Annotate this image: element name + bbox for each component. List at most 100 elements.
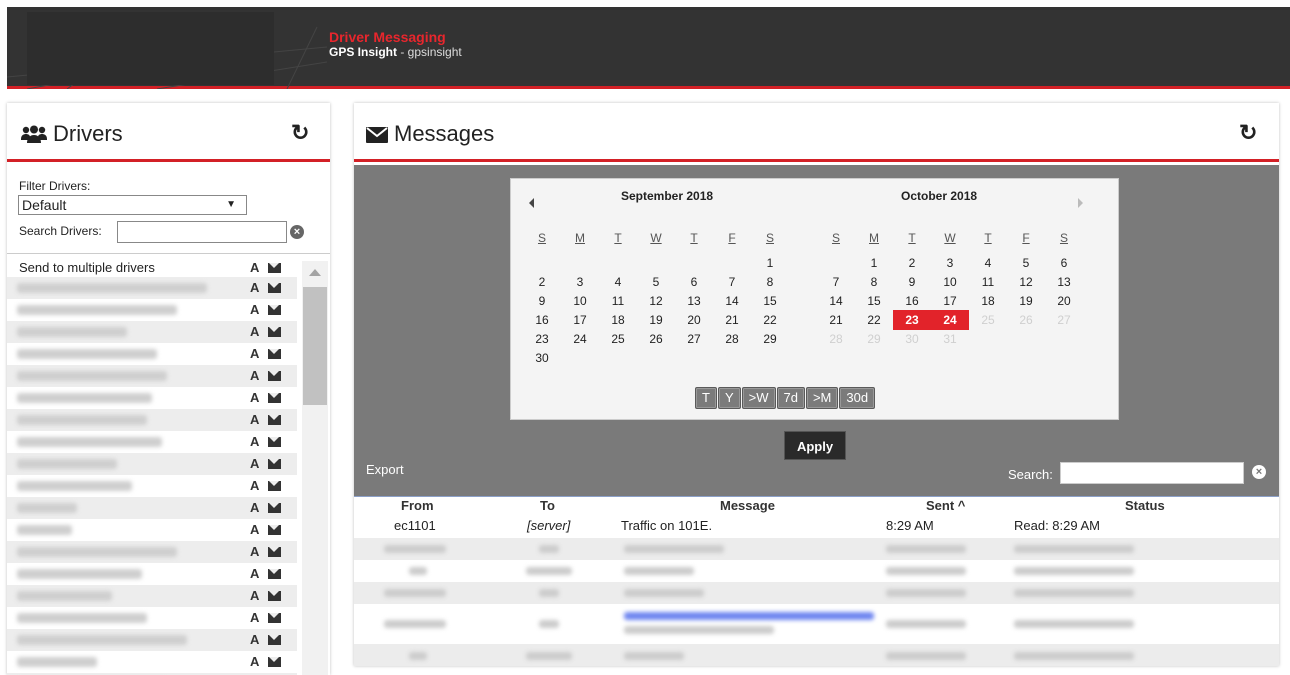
envelope-icon[interactable] [268,437,281,447]
clear-search-icon[interactable]: × [290,225,304,239]
calendar-day[interactable]: 24 [931,310,969,330]
envelope-icon[interactable] [268,569,281,579]
calendar-day[interactable]: 23 [893,310,931,330]
calendar-day[interactable]: 16 [893,291,931,311]
calendar-day[interactable]: 9 [893,272,931,292]
driver-row[interactable]: A [7,563,297,585]
driver-row[interactable]: A [7,321,297,343]
calendar-day[interactable]: 21 [817,310,855,330]
envelope-icon[interactable] [268,635,281,645]
driver-row[interactable]: A [7,629,297,651]
calendar-day[interactable]: 7 [817,272,855,292]
calendar-day[interactable]: 20 [675,310,713,330]
range-yesterday-button[interactable]: Y [717,387,741,409]
range-30d-button[interactable]: 30d [839,387,876,409]
calendar-day[interactable]: 30 [523,348,561,368]
scroll-up-icon[interactable] [309,269,321,276]
calendar-day[interactable]: 2 [893,253,931,273]
calendar-day[interactable]: 25 [599,329,637,349]
map-icon[interactable]: A [250,390,259,405]
calendar-day[interactable]: 8 [751,272,789,292]
driver-row[interactable]: A [7,519,297,541]
envelope-icon[interactable] [268,349,281,359]
calendar-day[interactable]: 18 [599,310,637,330]
envelope-icon[interactable] [268,393,281,403]
calendar-day[interactable]: 17 [561,310,599,330]
table-row[interactable] [354,582,1279,604]
calendar-day[interactable]: 1 [855,253,893,273]
map-icon[interactable]: A [250,522,259,537]
calendar-day[interactable]: 27 [675,329,713,349]
map-icon[interactable]: A [250,478,259,493]
map-icon[interactable]: A [250,280,259,295]
range-7d-button[interactable]: 7d [776,387,805,409]
calendar-day[interactable]: 21 [713,310,751,330]
driver-row[interactable]: A [7,431,297,453]
calendar-day[interactable]: 4 [969,253,1007,273]
calendar-day[interactable]: 28 [713,329,751,349]
table-row[interactable] [354,644,1279,666]
driver-row[interactable]: A [7,607,297,629]
map-icon[interactable]: A [250,412,259,427]
range-this-week-button[interactable]: >W [741,387,776,409]
calendar-day[interactable]: 14 [817,291,855,311]
table-row[interactable] [354,604,1279,644]
col-to[interactable]: To [540,498,555,513]
filter-drivers-select[interactable]: Default ▼ [18,195,247,215]
envelope-icon[interactable] [268,415,281,425]
refresh-icon[interactable]: ↻ [291,120,309,146]
calendar-day[interactable]: 6 [675,272,713,292]
calendar-day[interactable]: 11 [599,291,637,311]
calendar-day[interactable]: 3 [561,272,599,292]
map-icon[interactable]: A [250,456,259,471]
envelope-icon[interactable] [268,371,281,381]
envelope-icon[interactable] [268,305,281,315]
calendar-day[interactable]: 28 [817,329,855,349]
driver-row[interactable]: A [7,343,297,365]
calendar-day[interactable]: 31 [931,329,969,349]
col-sent[interactable]: Sent ^ [926,498,965,513]
calendar-day[interactable]: 23 [523,329,561,349]
envelope-icon[interactable] [268,613,281,623]
cell-message-link[interactable] [624,612,874,620]
driver-row[interactable]: A [7,365,297,387]
table-row[interactable] [354,560,1279,582]
next-month-icon[interactable] [1078,198,1083,208]
map-icon[interactable]: A [250,610,259,625]
col-status[interactable]: Status [1125,498,1165,513]
calendar-day[interactable]: 29 [855,329,893,349]
calendar-day[interactable]: 12 [637,291,675,311]
map-icon[interactable]: A [250,566,259,581]
search-drivers-input[interactable] [117,221,287,243]
calendar-day[interactable]: 12 [1007,272,1045,292]
calendar-day[interactable]: 13 [1045,272,1083,292]
driver-row[interactable]: A [7,409,297,431]
table-row[interactable] [354,538,1279,560]
calendar-day[interactable]: 15 [751,291,789,311]
envelope-icon[interactable] [268,503,281,513]
calendar-day[interactable]: 5 [1007,253,1045,273]
map-icon[interactable]: A [250,544,259,559]
scroll-thumb[interactable] [303,287,327,405]
col-message[interactable]: Message [720,498,775,513]
map-icon[interactable]: A [250,302,259,317]
map-icon[interactable]: A [250,368,259,383]
prev-month-icon[interactable] [529,198,534,208]
envelope-icon[interactable] [268,327,281,337]
calendar-day[interactable]: 3 [931,253,969,273]
calendar-day[interactable]: 22 [855,310,893,330]
driver-row[interactable]: A [7,585,297,607]
envelope-icon[interactable] [268,591,281,601]
calendar-day[interactable]: 15 [855,291,893,311]
clear-search-icon[interactable]: × [1252,465,1266,479]
driver-row[interactable]: A [7,453,297,475]
calendar-day[interactable]: 7 [713,272,751,292]
calendar-day[interactable]: 25 [969,310,1007,330]
calendar-day[interactable]: 27 [1045,310,1083,330]
driver-row[interactable]: A [7,299,297,321]
envelope-icon[interactable] [268,547,281,557]
calendar-day[interactable]: 26 [1007,310,1045,330]
calendar-day[interactable]: 1 [751,253,789,273]
envelope-icon[interactable] [268,263,281,273]
calendar-day[interactable]: 26 [637,329,675,349]
